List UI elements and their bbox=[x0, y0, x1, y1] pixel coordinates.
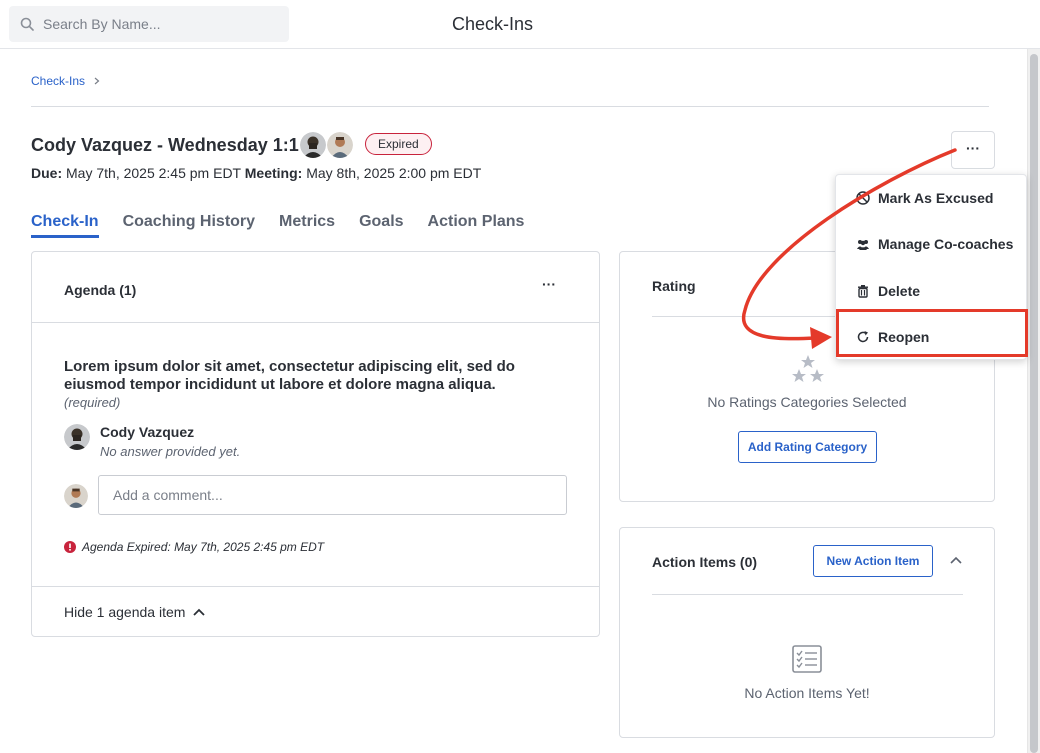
users-icon bbox=[857, 240, 869, 250]
trash-icon bbox=[858, 285, 868, 298]
hide-agenda-toggle[interactable]: Hide 1 agenda item bbox=[64, 604, 206, 620]
avatar bbox=[64, 484, 88, 508]
avatar-image bbox=[64, 424, 90, 450]
meeting-label: Meeting: bbox=[244, 165, 303, 181]
tab-metrics[interactable]: Metrics bbox=[279, 213, 335, 238]
stars-icon bbox=[792, 355, 824, 382]
answer-text: No answer provided yet. bbox=[100, 444, 241, 459]
tab-check-in[interactable]: Check-In bbox=[31, 213, 99, 238]
avatar bbox=[64, 424, 90, 450]
alert-icon bbox=[64, 541, 76, 553]
menu-item-manage-co-coaches[interactable]: Manage Co-coaches bbox=[836, 221, 1026, 267]
breadcrumb: Check-Ins bbox=[31, 74, 101, 88]
top-bar: Check-Ins bbox=[0, 0, 1040, 49]
divider bbox=[31, 106, 989, 107]
search-input[interactable] bbox=[43, 6, 283, 42]
menu-item-label: Mark As Excused bbox=[878, 190, 994, 206]
divider bbox=[652, 594, 963, 595]
rating-header: Rating bbox=[652, 278, 696, 294]
agenda-question: Lorem ipsum dolor sit amet, consectetur … bbox=[64, 358, 540, 412]
more-options-button[interactable]: ··· bbox=[951, 131, 995, 169]
tab-goals[interactable]: Goals bbox=[359, 213, 403, 238]
divider bbox=[32, 586, 599, 587]
tab-coaching-history[interactable]: Coaching History bbox=[123, 213, 255, 238]
action-items-card: Action Items (0) New Action Item No Acti… bbox=[619, 527, 995, 738]
ban-icon bbox=[856, 191, 870, 205]
required-label: (required) bbox=[64, 395, 121, 410]
rating-empty-text: No Ratings Categories Selected bbox=[707, 394, 907, 410]
chevron-right-icon bbox=[94, 77, 100, 85]
agenda-question-text: Lorem ipsum dolor sit amet, consectetur … bbox=[64, 358, 515, 393]
search-icon bbox=[20, 17, 34, 31]
divider bbox=[32, 322, 599, 323]
expired-note-text: Agenda Expired: May 7th, 2025 2:45 pm ED… bbox=[82, 540, 325, 554]
status-badge: Expired bbox=[365, 133, 432, 155]
new-action-item-button[interactable]: New Action Item bbox=[813, 545, 933, 577]
avatar-image bbox=[327, 132, 353, 158]
meeting-value: May 8th, 2025 2:00 pm EDT bbox=[306, 165, 482, 181]
agenda-header: Agenda (1) bbox=[64, 282, 137, 298]
chevron-up-icon bbox=[193, 608, 206, 616]
menu-item-mark-as-excused[interactable]: Mark As Excused bbox=[836, 175, 1026, 221]
avatar-image bbox=[64, 484, 88, 508]
scrollbar-thumb[interactable] bbox=[1030, 54, 1038, 753]
avatar[interactable] bbox=[327, 132, 353, 158]
expired-note: Agenda Expired: May 7th, 2025 2:45 pm ED… bbox=[64, 540, 324, 554]
search-box[interactable] bbox=[9, 6, 289, 42]
avatar[interactable] bbox=[300, 132, 326, 158]
due-value: May 7th, 2025 2:45 pm EDT bbox=[66, 165, 241, 181]
meeting-title: Cody Vazquez - Wednesday 1:1 bbox=[31, 135, 299, 155]
action-items-empty-text: No Action Items Yet! bbox=[744, 685, 870, 701]
avatar-image bbox=[300, 132, 326, 158]
tab-action-plans[interactable]: Action Plans bbox=[428, 213, 525, 238]
hide-agenda-label: Hide 1 agenda item bbox=[64, 604, 186, 620]
menu-item-label: Delete bbox=[878, 283, 921, 299]
main-content: Check-Ins Cody Vazquez - Wednesday 1:1 E… bbox=[0, 49, 1027, 753]
menu-item-label: Manage Co-coaches bbox=[878, 236, 1014, 252]
comment-input[interactable] bbox=[98, 475, 567, 515]
menu-item-delete[interactable]: Delete bbox=[836, 268, 1026, 314]
agenda-more-button[interactable]: ··· bbox=[542, 276, 556, 292]
add-rating-category-button[interactable]: Add Rating Category bbox=[738, 431, 877, 463]
agenda-card: Agenda (1) ··· Lorem ipsum dolor sit ame… bbox=[31, 251, 600, 637]
page-title: Check-Ins bbox=[452, 14, 534, 34]
action-items-header: Action Items (0) bbox=[652, 554, 758, 570]
meeting-meta: Due: May 7th, 2025 2:45 pm EDT Meeting: … bbox=[31, 165, 481, 181]
annotation-highlight-box bbox=[836, 309, 1028, 357]
chevron-up-icon[interactable] bbox=[950, 556, 962, 564]
tab-bar: Check-In Coaching History Metrics Goals … bbox=[31, 213, 548, 238]
answer-author: Cody Vazquez bbox=[100, 424, 195, 440]
due-label: Due: bbox=[31, 165, 63, 181]
breadcrumb-link-check-ins[interactable]: Check-Ins bbox=[31, 74, 85, 88]
checklist-icon bbox=[792, 645, 822, 673]
